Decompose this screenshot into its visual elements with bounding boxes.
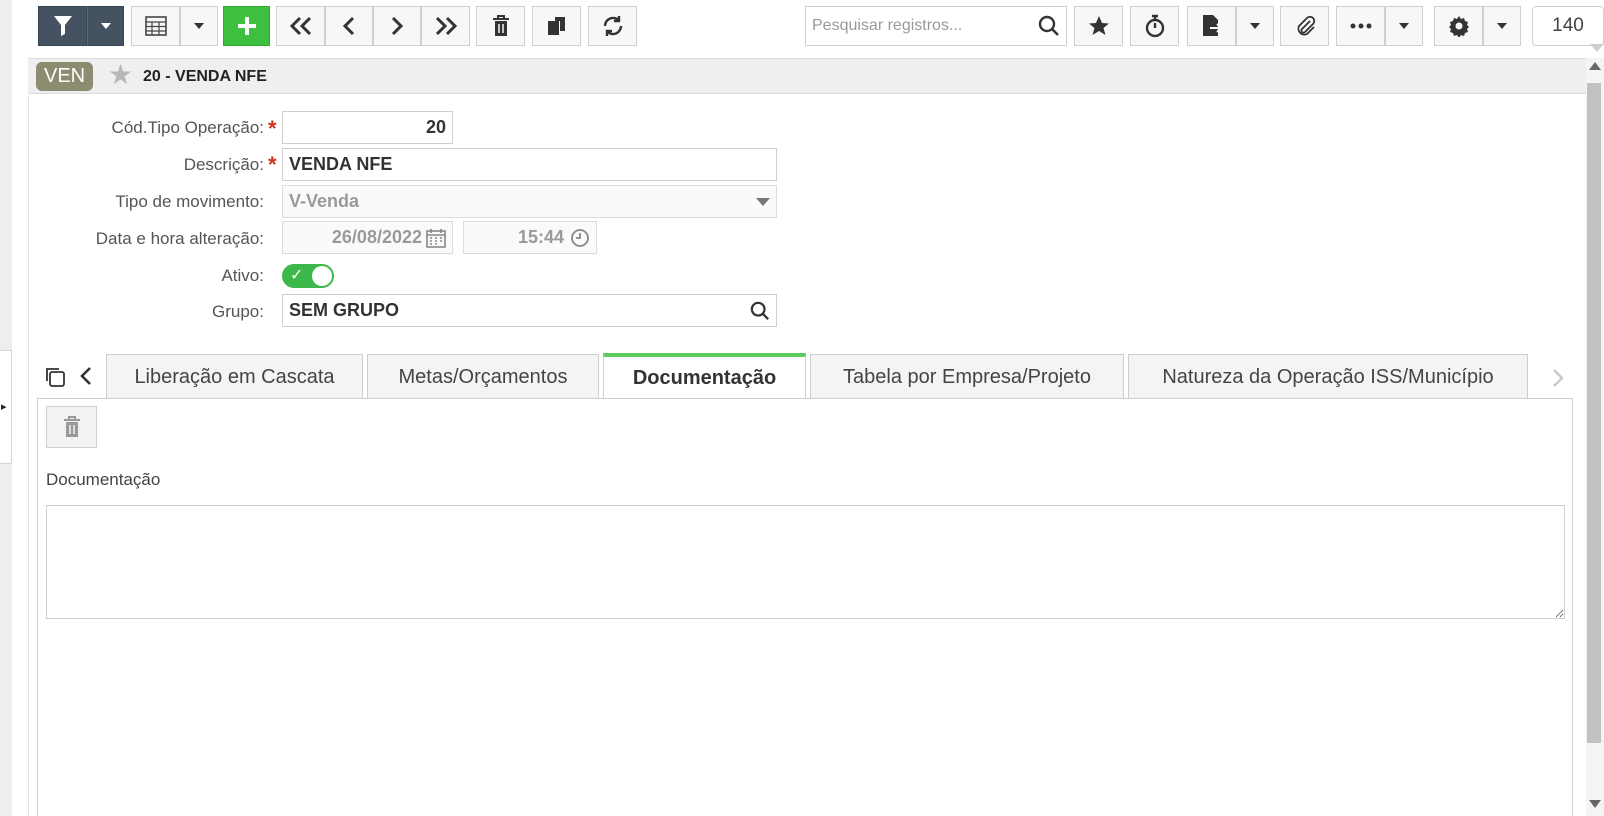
windows-icon[interactable] [44,366,66,388]
tabs-scroll-right-icon[interactable] [1552,369,1564,387]
caret-down-icon [1399,23,1409,29]
scroll-down-icon[interactable] [1589,800,1601,808]
last-icon [435,16,457,36]
record-count: 140 [1532,6,1604,46]
required-marker: * [268,152,277,177]
plus-icon [237,17,256,35]
search-icon[interactable] [750,301,770,321]
settings-button[interactable] [1434,6,1483,46]
delete-record-button[interactable] [476,6,525,46]
date-value: 26/08/2022 [331,227,422,247]
tipo-movimento-value: V-Venda [289,191,360,211]
refresh-button[interactable] [588,6,637,46]
favorites-button[interactable] [1074,6,1123,46]
grid-view-button[interactable] [131,6,180,46]
caret-down-icon [1497,23,1507,29]
required-marker: * [268,116,277,141]
tab-liberacao-cascata[interactable]: Liberação em Cascata [106,354,363,399]
grupo-field[interactable]: SEM GRUPO [282,294,777,327]
previous-record-button[interactable] [325,6,373,46]
search-box[interactable] [805,6,1067,46]
tab-tabela-empresa-projeto[interactable]: Tabela por Empresa/Projeto [810,354,1124,399]
descricao-label: Descrição: [183,155,264,174]
stopwatch-icon [1145,14,1164,38]
caret-down-icon [100,23,111,29]
expand-arrow-icon[interactable]: ▸ [1,402,7,413]
timer-button[interactable] [1130,6,1179,46]
tab-documentacao[interactable]: Documentação [603,353,806,399]
tab-metas-orcamentos[interactable]: Metas/Orçamentos [367,354,599,399]
add-record-button[interactable] [223,6,270,46]
grid-view-dropdown-button[interactable] [180,6,218,46]
next-icon [391,16,404,36]
more-actions-button[interactable] [1336,6,1385,46]
trash-icon [63,416,80,437]
favorite-star-icon[interactable]: ★ [108,60,133,90]
more-actions-dropdown-button[interactable] [1385,6,1423,46]
trash-icon [492,15,509,36]
check-icon: ✓ [290,267,304,284]
date-field[interactable]: 26/08/2022 [282,221,453,254]
data-hora-label: Data e hora alteração: [95,229,264,248]
tabs-scroll-left-icon[interactable] [80,367,92,385]
descricao-field[interactable]: VENDA NFE [282,148,777,181]
settings-dropdown-button[interactable] [1483,6,1521,46]
scroll-up-icon[interactable] [1589,62,1601,70]
module-badge: VEN [36,62,94,91]
clock-icon[interactable] [570,228,590,248]
filter-icon [53,16,72,36]
grid-icon [144,16,167,36]
search-input[interactable] [806,17,1028,35]
cod-tipo-label: Cód.Tipo Operação: [111,118,264,137]
copy-icon [547,17,565,35]
tipo-movimento-label: Tipo de movimento: [115,192,264,211]
first-record-button[interactable] [276,6,325,46]
delete-documentation-button[interactable] [46,406,97,448]
prev-icon [342,16,355,36]
grupo-label: Grupo: [212,302,264,321]
time-field[interactable]: 15:44 [463,221,597,254]
filter-dropdown-button[interactable] [87,6,124,46]
refresh-icon [603,16,622,36]
filter-button[interactable] [38,6,87,46]
export-button[interactable] [1187,6,1236,46]
ativo-label: Ativo: [221,266,264,285]
attachments-button[interactable] [1280,6,1329,46]
first-icon [289,16,311,36]
caret-down-icon [1250,23,1260,29]
documentation-label: Documentação [46,470,161,489]
chevron-down-icon [756,197,770,206]
paperclip-icon [1297,15,1315,36]
tab-natureza-operacao-iss[interactable]: Natureza da Operação ISS/Município [1128,354,1528,399]
star-icon [1088,16,1109,35]
more-icon [1350,23,1371,29]
ativo-toggle[interactable]: ✓ [282,264,334,288]
next-record-button[interactable] [373,6,421,46]
duplicate-record-button[interactable] [532,6,581,46]
toggle-knob [312,266,332,286]
toolbar: 140 [12,0,1604,57]
record-count-pointer [1590,44,1604,52]
time-value: 15:44 [517,227,564,247]
last-record-button[interactable] [421,6,470,46]
page-title: 20 - VENDA NFE [143,68,267,85]
calendar-icon[interactable] [426,228,446,248]
search-icon[interactable] [1038,15,1060,37]
scrollbar-thumb[interactable] [1587,83,1601,743]
tipo-movimento-select[interactable]: V-Venda [282,185,777,218]
export-dropdown-button[interactable] [1236,6,1274,46]
grupo-value: SEM GRUPO [289,300,400,320]
record-header: VEN ★ 20 - VENDA NFE [28,58,1586,94]
export-icon [1202,15,1222,36]
caret-down-icon [194,23,204,29]
gear-icon [1448,16,1469,37]
documentation-textarea[interactable] [46,505,1565,619]
cod-tipo-field[interactable]: 20 [282,111,453,144]
